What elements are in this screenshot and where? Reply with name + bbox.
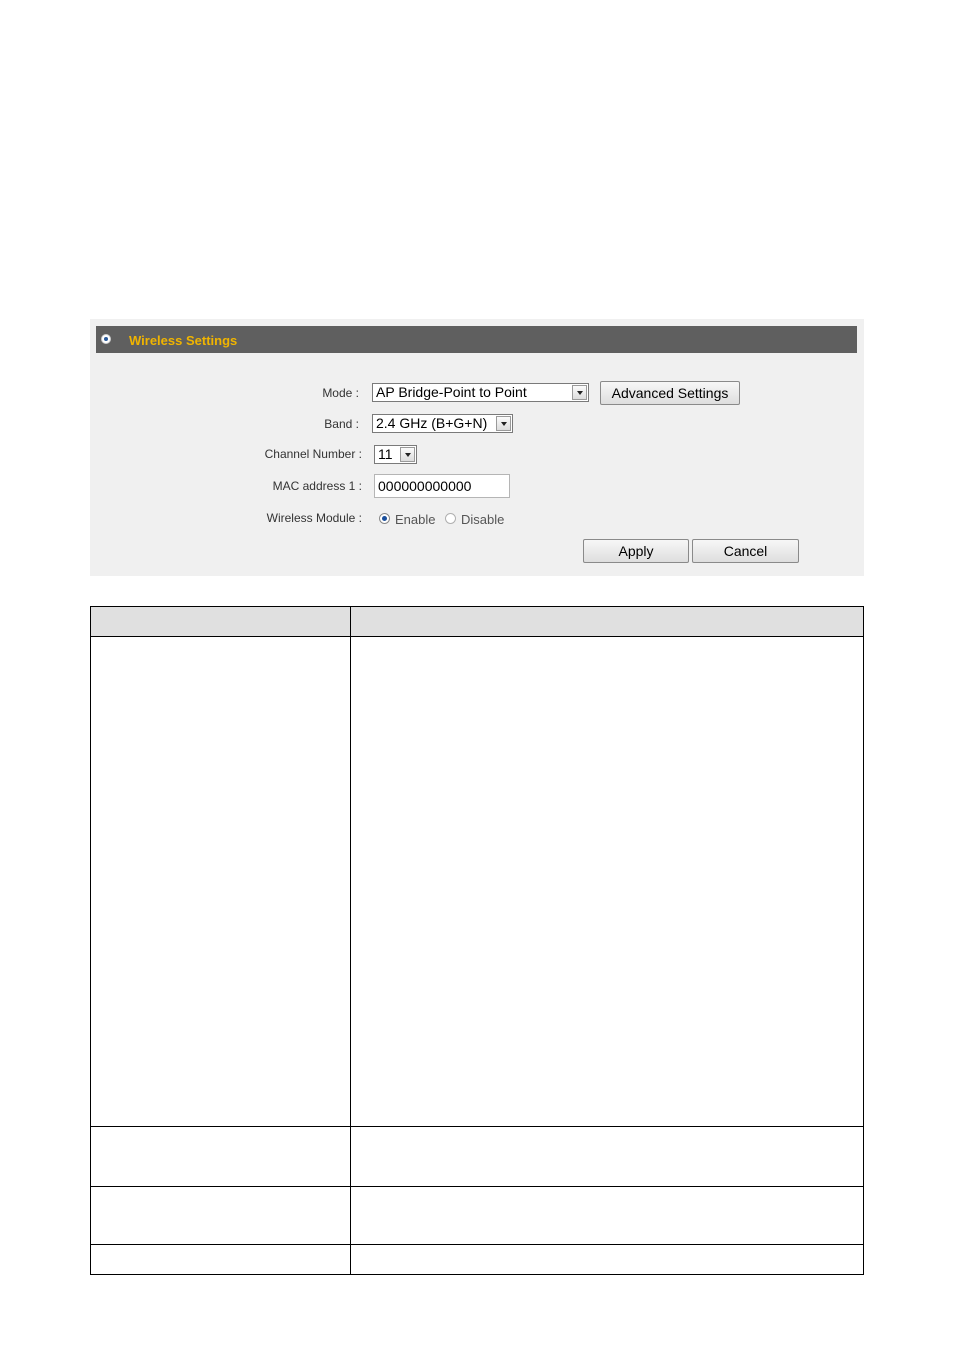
disable-radio[interactable] bbox=[445, 513, 456, 524]
chevron-down-icon[interactable] bbox=[572, 385, 587, 400]
table-column-divider bbox=[350, 606, 351, 1275]
wireless-module-label: Wireless Module : bbox=[266, 511, 362, 525]
cancel-button[interactable]: Cancel bbox=[692, 539, 799, 563]
band-select[interactable]: 2.4 GHz (B+G+N) bbox=[372, 414, 513, 433]
table-border-bottom bbox=[90, 1274, 864, 1275]
panel-title: Wireless Settings bbox=[129, 333, 238, 348]
band-select-value: 2.4 GHz (B+G+N) bbox=[376, 415, 488, 431]
table-border-top bbox=[90, 606, 864, 607]
panel-header: Wireless Settings bbox=[96, 326, 857, 353]
mac-address-input[interactable] bbox=[374, 474, 510, 498]
description-table bbox=[90, 606, 864, 1275]
channel-select[interactable]: 11 bbox=[374, 445, 417, 464]
mode-select[interactable]: AP Bridge-Point to Point bbox=[372, 383, 589, 402]
table-border-left bbox=[90, 606, 91, 1275]
enable-radio[interactable] bbox=[379, 513, 390, 524]
advanced-settings-button[interactable]: Advanced Settings bbox=[600, 381, 740, 405]
channel-select-value: 11 bbox=[378, 446, 393, 462]
table-border-right bbox=[863, 606, 864, 1275]
band-label: Band : bbox=[324, 417, 359, 431]
table-header-divider bbox=[90, 636, 864, 637]
channel-label: Channel Number : bbox=[264, 447, 362, 461]
mode-label: Mode : bbox=[322, 386, 359, 400]
table-row-divider bbox=[90, 1244, 864, 1245]
bullet-icon bbox=[101, 334, 111, 344]
table-header-row bbox=[90, 606, 864, 636]
table-row-divider bbox=[90, 1186, 864, 1187]
disable-radio-label: Disable bbox=[461, 512, 505, 527]
chevron-down-icon[interactable] bbox=[496, 416, 511, 431]
mode-select-value: AP Bridge-Point to Point bbox=[376, 384, 527, 400]
table-row-divider bbox=[90, 1126, 864, 1127]
wireless-settings-panel: Wireless Settings Mode : AP Bridge-Point… bbox=[90, 319, 864, 576]
chevron-down-icon[interactable] bbox=[400, 447, 415, 462]
enable-radio-label: Enable bbox=[395, 512, 436, 527]
apply-button[interactable]: Apply bbox=[583, 539, 689, 563]
mac-label: MAC address 1 : bbox=[272, 479, 362, 493]
